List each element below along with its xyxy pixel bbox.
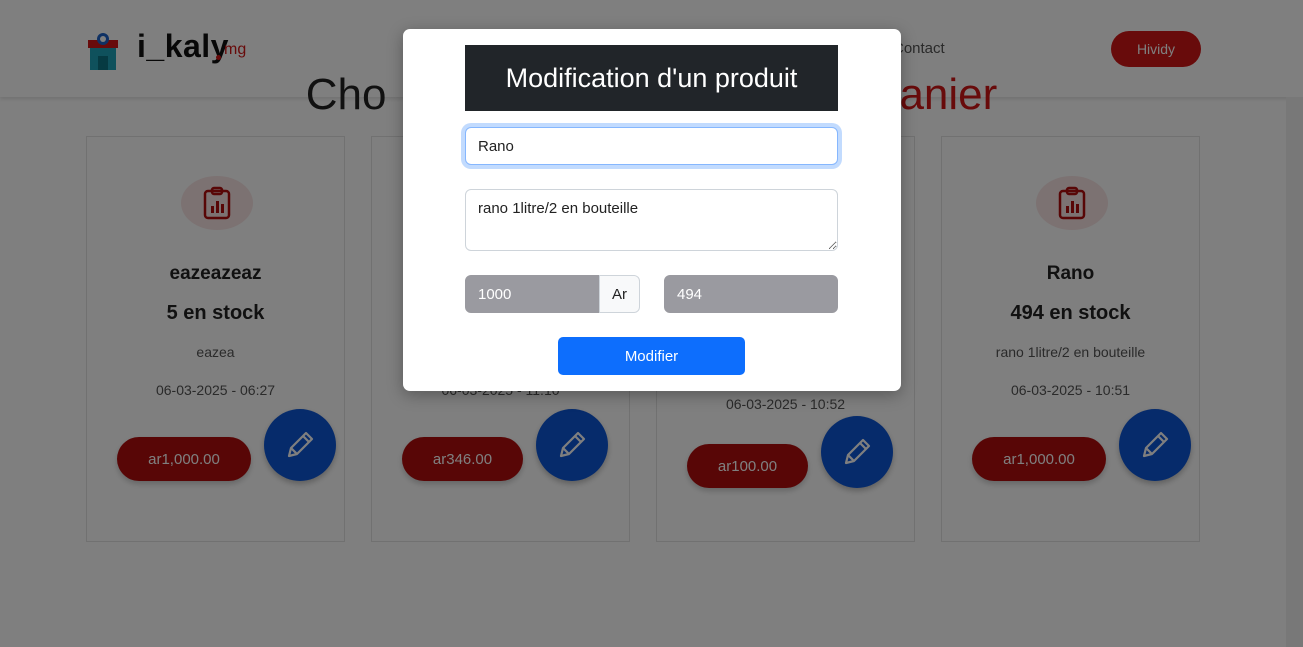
- product-name-input[interactable]: [465, 127, 838, 165]
- modal-title: Modification d'un produit: [465, 45, 838, 111]
- product-description-input[interactable]: rano 1litre/2 en bouteille: [465, 189, 838, 251]
- edit-product-modal: Modification d'un produit rano 1litre/2 …: [403, 29, 901, 391]
- modify-button[interactable]: Modifier: [558, 337, 745, 375]
- page: i_kaly mg Contact Hividy Choanier eazeaz…: [0, 0, 1303, 647]
- product-stock-input[interactable]: [664, 275, 838, 313]
- product-price-input[interactable]: [465, 275, 599, 313]
- currency-addon: Ar: [599, 275, 640, 313]
